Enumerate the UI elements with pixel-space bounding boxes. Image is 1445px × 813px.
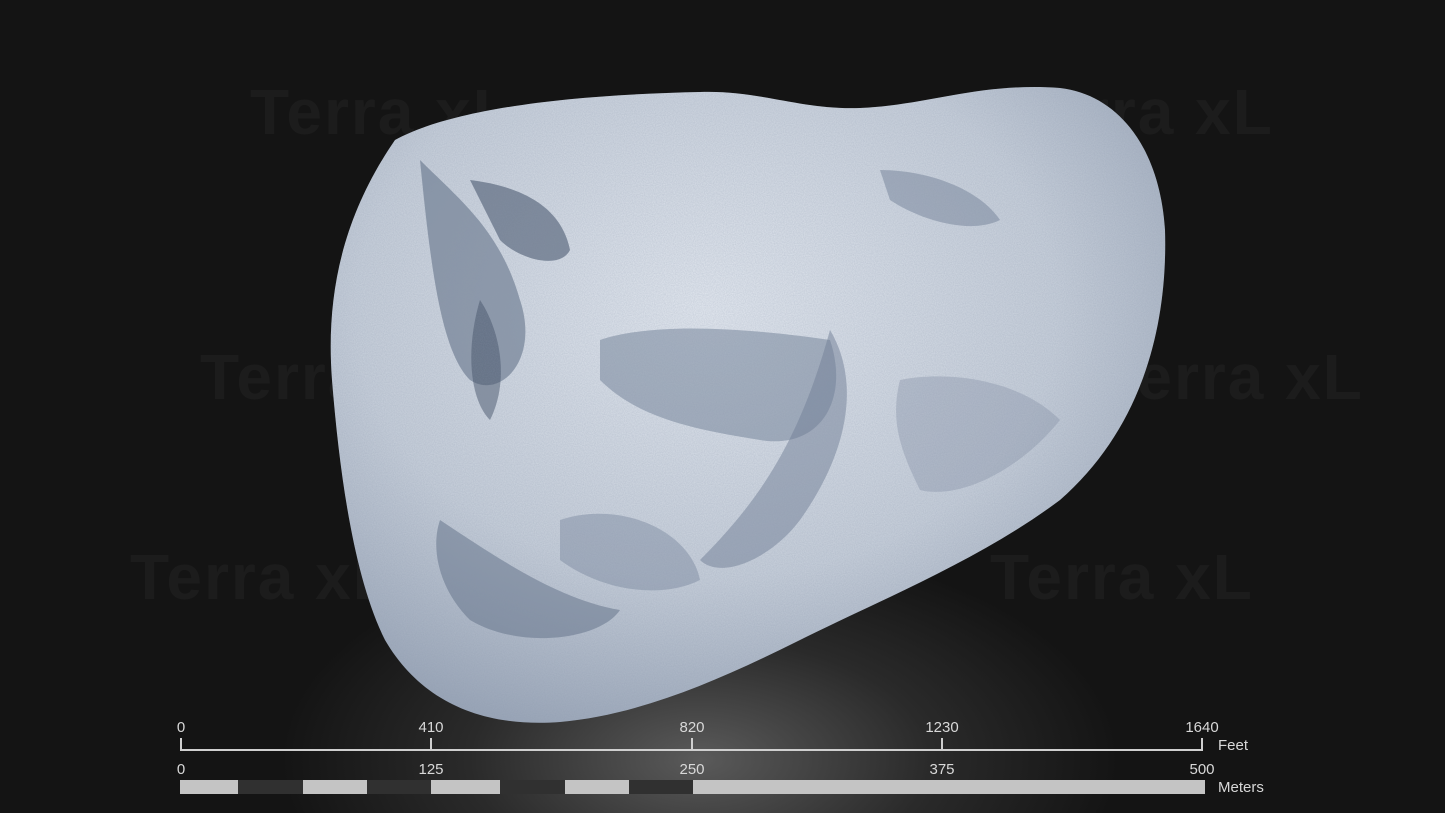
meters-unit-label: Meters: [1218, 779, 1264, 796]
scale-bar: 0 410 820 1230 1640 Feet 0 125 250 375 5…: [0, 0, 1445, 813]
meters-tick-label: 125: [418, 761, 444, 778]
scale-bar-graphic: [180, 738, 1205, 794]
feet-tick-label: 1230: [925, 719, 959, 736]
meters-segment-light: [303, 780, 367, 794]
feet-tick-label: 1640: [1185, 719, 1219, 736]
meters-tick-label: 500: [1189, 761, 1215, 778]
feet-tick-label: 410: [418, 719, 444, 736]
meters-segment-dark: [629, 780, 693, 794]
meters-tick-label: 375: [929, 761, 955, 778]
feet-unit-label: Feet: [1218, 737, 1249, 754]
feet-tick-label: 0: [176, 719, 186, 736]
meters-segment-light: [431, 780, 500, 794]
meters-tick-label: 0: [176, 761, 186, 778]
meters-segment-light: [180, 780, 238, 794]
feet-tick-label: 820: [679, 719, 705, 736]
meters-segment-light: [693, 780, 1205, 794]
meters-segment-dark: [500, 780, 565, 794]
meters-segment-light: [565, 780, 629, 794]
meters-tick-label: 250: [679, 761, 705, 778]
meters-segment-dark: [367, 780, 431, 794]
meters-segment-dark: [238, 780, 303, 794]
